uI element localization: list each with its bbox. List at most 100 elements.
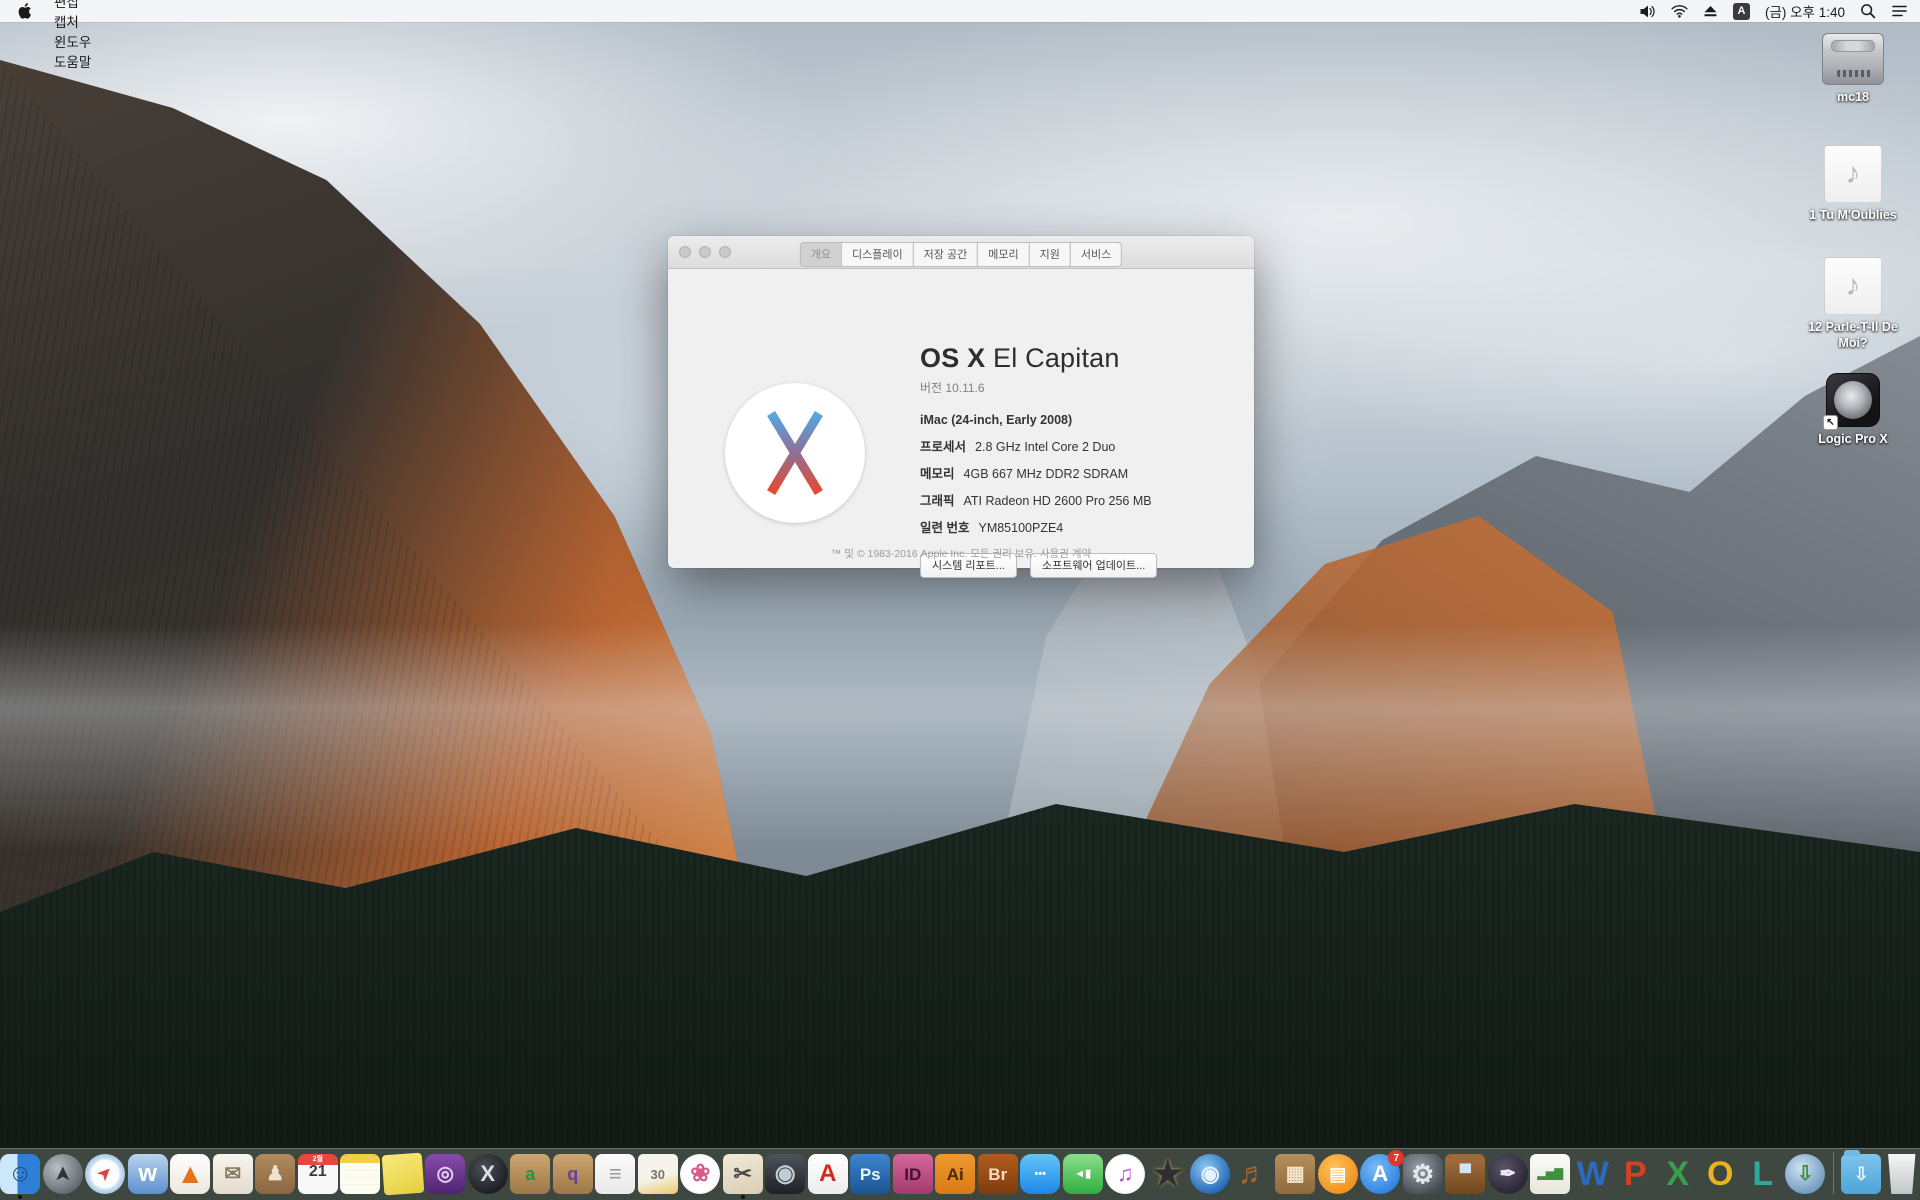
reminders-dock-icon[interactable]: ≡	[595, 1154, 635, 1194]
tab-displays[interactable]: 디스플레이	[841, 242, 914, 267]
bridge-dock-icon[interactable]: Br	[978, 1154, 1018, 1194]
vlc-dock-icon[interactable]: ▲	[170, 1154, 210, 1194]
safari-dock-icon[interactable]: ➤	[85, 1154, 125, 1194]
xee-glyph: X	[480, 1163, 495, 1185]
apple-logo-icon	[18, 3, 32, 19]
keynote-dock-icon[interactable]: ▀	[1445, 1154, 1485, 1194]
os-title: OS X El Capitan	[920, 343, 1157, 374]
wifi-icon[interactable]	[1671, 4, 1688, 18]
spotlight-search-icon[interactable]	[1860, 3, 1876, 19]
indesign-dock-icon[interactable]: ID	[893, 1154, 933, 1194]
ms-word-dock-icon[interactable]: W	[1573, 1154, 1613, 1194]
calendar-dock-icon[interactable]: 2월21	[298, 1154, 338, 1194]
apple-menu[interactable]	[0, 0, 44, 22]
vlc-glyph: ▲	[176, 1160, 204, 1188]
contacts-dock-icon[interactable]: ♟	[255, 1154, 295, 1194]
facetime-dock-icon[interactable]: ◄▮	[1063, 1154, 1103, 1194]
launchpad-dock-icon[interactable]: ➤	[43, 1154, 83, 1194]
logic-pro-x-alias[interactable]: ↖Logic Pro X	[1793, 373, 1913, 448]
xee-dock-icon[interactable]: X	[468, 1154, 508, 1194]
app-store-dock-icon[interactable]: A7	[1360, 1154, 1400, 1194]
stickies-dock-icon[interactable]	[381, 1153, 424, 1196]
menu-item-5[interactable]: 도움말	[44, 51, 117, 71]
menu-item-4[interactable]: 윈도우	[44, 31, 117, 51]
imovie-dock-icon[interactable]: ★	[1148, 1154, 1188, 1194]
disk-mc18[interactable]: mc18	[1793, 33, 1913, 106]
zoom-button[interactable]	[719, 246, 731, 258]
stuffit-dropstuff-dock-icon[interactable]: q	[553, 1154, 593, 1194]
notification-center-icon[interactable]	[1891, 4, 1908, 18]
spec-row-3: 일련 번호YM85100PZE4	[920, 517, 1157, 536]
desktop-icon-label: 1 Tu M'Oublies	[1809, 208, 1896, 224]
itunes-dock-icon[interactable]: ♫	[1105, 1154, 1145, 1194]
garageband-dock-icon[interactable]: ♬	[1233, 1154, 1273, 1194]
photos-dock-icon[interactable]: ❀	[680, 1154, 720, 1194]
messages-dock-icon[interactable]: •••	[1020, 1154, 1060, 1194]
copyright-footer: ™ 및 © 1983-2016 Apple Inc. 모든 권리 보유.사용권 …	[668, 546, 1254, 561]
globe-downloader-dock-icon[interactable]: ⇩	[1785, 1154, 1825, 1194]
tab-storage[interactable]: 저장 공간	[913, 242, 979, 267]
license-agreement-link[interactable]: 사용권 계약	[1040, 548, 1091, 560]
tab-support[interactable]: 지원	[1029, 242, 1071, 267]
app-store-badge: 7	[1388, 1150, 1404, 1166]
idvd-dock-icon[interactable]: ◉	[1190, 1154, 1230, 1194]
ms-excel-dock-icon[interactable]: X	[1658, 1154, 1698, 1194]
audio-file-2[interactable]: ♪ 12 Parle-T-Il De Moi?	[1793, 257, 1913, 351]
illustrator-dock-icon[interactable]: Ai	[935, 1154, 975, 1194]
dvd-player-dock-icon[interactable]: ◉	[765, 1154, 805, 1194]
pages-09-glyph: ✒	[1499, 1164, 1516, 1184]
volume-icon[interactable]	[1639, 4, 1656, 19]
ibooks-dock-icon[interactable]: ▤	[1318, 1154, 1358, 1194]
notes-dock-icon[interactable]	[340, 1154, 380, 1194]
spec-label: 메모리	[920, 467, 955, 481]
menu-item-3[interactable]: 캡처	[44, 11, 117, 31]
w-globe-app-dock-icon[interactable]: w	[128, 1154, 168, 1194]
audio-file-icon: ♪	[1824, 145, 1882, 203]
illustrator-glyph: Ai	[947, 1166, 964, 1183]
acrobat-reader-dock-icon[interactable]: A	[808, 1154, 848, 1194]
tab-service[interactable]: 서비스	[1070, 242, 1122, 267]
about-window-content: OS X El Capitan 버전 10.11.6 iMac (24-inch…	[668, 269, 1254, 568]
finder-dock-icon[interactable]: ☺	[0, 1154, 40, 1194]
eject-icon[interactable]	[1703, 4, 1718, 18]
trash-dock-icon[interactable]	[1884, 1154, 1920, 1194]
minimize-button[interactable]	[699, 246, 711, 258]
ms-powerpoint-dock-icon[interactable]: P	[1615, 1154, 1655, 1194]
desktop-icon-label: mc18	[1837, 90, 1869, 106]
desktop-icon-label: Logic Pro X	[1818, 432, 1887, 448]
corkboard-app-dock-icon[interactable]: ▦	[1275, 1154, 1315, 1194]
numbers-09-dock-icon[interactable]: ▂▅▇	[1530, 1154, 1570, 1194]
tab-memory[interactable]: 메모리	[977, 242, 1029, 267]
photoshop-dock-icon[interactable]: Ps	[850, 1154, 890, 1194]
stuffit-expander-dock-icon[interactable]: a	[510, 1154, 550, 1194]
ms-lync-dock-icon[interactable]: L	[1743, 1154, 1783, 1194]
input-source-badge[interactable]: A	[1733, 3, 1750, 20]
about-this-mac-window[interactable]: 개요디스플레이저장 공간메모리지원서비스 OS X El Capitan 버전 …	[668, 236, 1254, 568]
desktop-icon-label: 12 Parle-T-Il De Moi?	[1797, 320, 1909, 351]
window-titlebar[interactable]: 개요디스플레이저장 공간메모리지원서비스	[668, 236, 1254, 269]
downloads-folder-dock-icon[interactable]: ⇩	[1841, 1154, 1881, 1194]
menu-bar-left: 화면 캡처파일편집캡처윈도우도움말	[0, 0, 117, 22]
menu-bar-clock[interactable]: (금) 오후 1:40	[1765, 1, 1845, 21]
organizer-30-dock-icon[interactable]: 30	[638, 1154, 678, 1194]
safari-glyph: ➤	[95, 1164, 116, 1185]
menu-item-2[interactable]: 편집	[44, 0, 117, 11]
spec-row-0: 프로세서2.8 GHz Intel Core 2 Duo	[920, 436, 1157, 455]
close-button[interactable]	[679, 246, 691, 258]
spec-value: YM85100PZE4	[978, 521, 1063, 535]
mail-dock-icon[interactable]: ✉	[213, 1154, 253, 1194]
grab-screen-capture-dock-icon[interactable]: ✂	[723, 1154, 763, 1194]
ms-outlook-dock-icon[interactable]: O	[1700, 1154, 1740, 1194]
audio-file-icon: ♪	[1824, 257, 1882, 315]
system-preferences-dock-icon[interactable]: ⚙	[1403, 1154, 1443, 1194]
idvd-glyph: ◉	[1201, 1163, 1220, 1185]
copyright-text: ™ 및 © 1983-2016 Apple Inc. 모든 권리 보유.	[831, 548, 1037, 560]
audio-file-1[interactable]: ♪ 1 Tu M'Oublies	[1793, 145, 1913, 224]
tab-overview[interactable]: 개요	[800, 242, 842, 267]
photos-glyph: ❀	[690, 1162, 710, 1186]
toast-titanium-glyph: ◎	[437, 1164, 454, 1184]
dock-separator	[1833, 1152, 1834, 1194]
toast-titanium-dock-icon[interactable]: ◎	[425, 1154, 465, 1194]
spec-value: ATI Radeon HD 2600 Pro 256 MB	[964, 494, 1152, 508]
pages-09-dock-icon[interactable]: ✒	[1488, 1154, 1528, 1194]
